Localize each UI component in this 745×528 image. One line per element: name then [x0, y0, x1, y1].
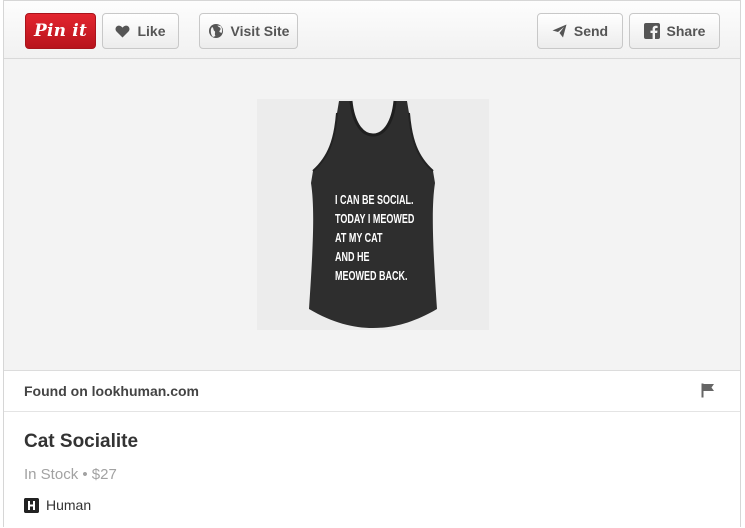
source-bar: Found on lookhuman.com [4, 371, 740, 412]
shirt-line: TODAY I MEOWED [335, 212, 415, 226]
facebook-icon [643, 23, 660, 39]
visit-site-label: Visit Site [230, 23, 290, 39]
brand-name: Human [46, 497, 92, 513]
globe-icon [208, 23, 224, 39]
pin-card: Pin it Like Visit Site Send Share I CAN … [3, 0, 741, 528]
heart-icon [115, 25, 130, 38]
shirt-line: I CAN BE SOCIAL. [335, 193, 414, 207]
like-button[interactable]: Like [102, 13, 179, 49]
human-logo-icon [24, 497, 39, 513]
pin-media-area: I CAN BE SOCIAL. TODAY I MEOWED AT MY CA… [4, 59, 740, 371]
shirt-line: AND HE [335, 250, 370, 264]
product-title[interactable]: Cat Socialite [24, 431, 138, 453]
pin-it-button[interactable]: Pin it [25, 13, 96, 49]
send-label: Send [573, 23, 609, 39]
shirt-print-text: I CAN BE SOCIAL. TODAY I MEOWED AT MY CA… [335, 191, 415, 286]
shirt-line: MEOWED BACK. [335, 269, 408, 283]
shirt-line: AT MY CAT [335, 231, 383, 245]
toolbar: Pin it Like Visit Site Send Share [4, 1, 740, 59]
share-button[interactable]: Share [629, 13, 720, 49]
pin-it-label: Pin it [33, 21, 88, 41]
flag-icon[interactable] [701, 383, 715, 403]
visit-site-button[interactable]: Visit Site [199, 13, 298, 49]
paper-plane-icon [552, 24, 567, 38]
send-button[interactable]: Send [537, 13, 623, 49]
found-on-link[interactable]: Found on lookhuman.com [24, 383, 199, 399]
pin-details: Cat Socialite In Stock • $27 Human [4, 412, 740, 528]
like-label: Like [137, 23, 166, 39]
stock-price: In Stock • $27 [24, 466, 117, 483]
brand-row[interactable]: Human [24, 497, 91, 513]
share-label: Share [666, 23, 706, 39]
product-image[interactable]: I CAN BE SOCIAL. TODAY I MEOWED AT MY CA… [257, 99, 489, 330]
